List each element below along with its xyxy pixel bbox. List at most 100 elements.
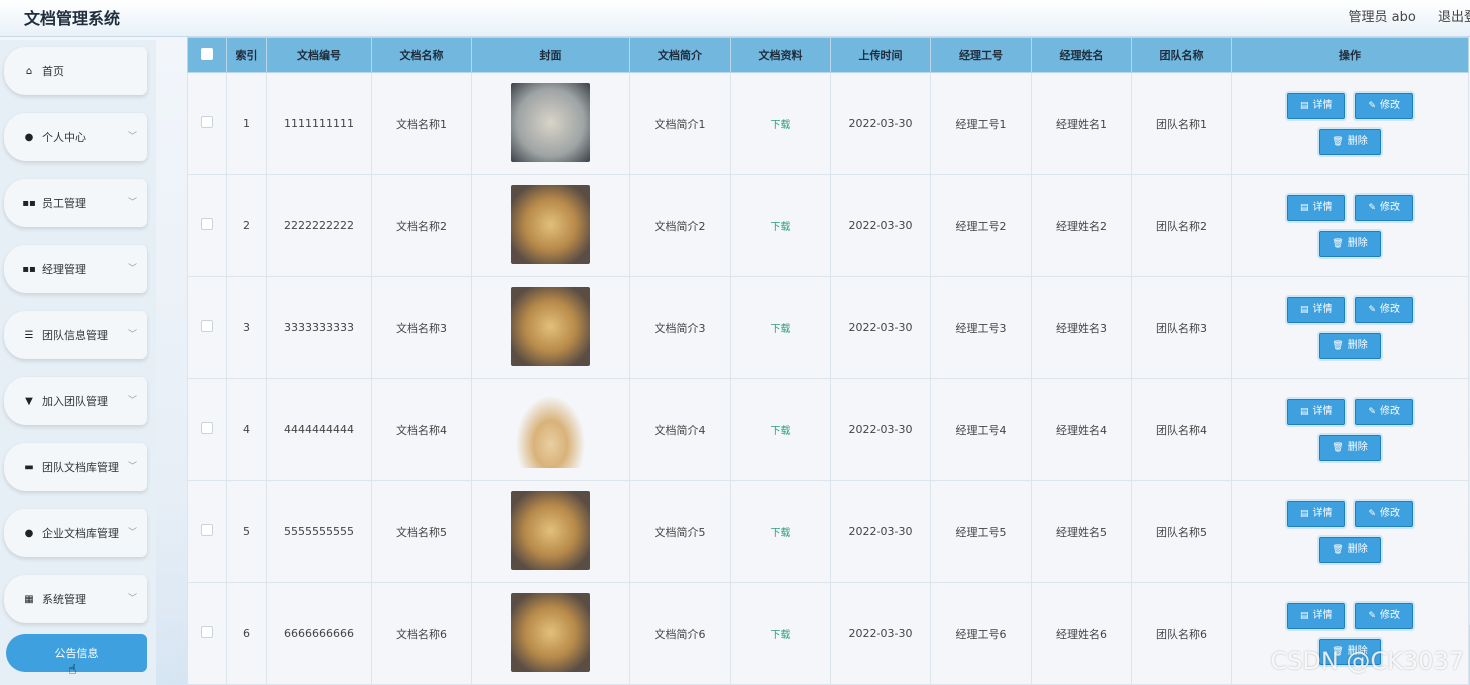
file-cell: 下载 xyxy=(730,480,831,583)
delete-button[interactable]: 🗑 删除 xyxy=(1319,230,1381,257)
code-cell: 5555555555 xyxy=(266,480,372,583)
time-cell: 2022-03-30 xyxy=(830,174,931,277)
sidebar-item[interactable]: ● 个人中心 ﹀ xyxy=(4,113,147,161)
sidebar-item[interactable]: ⌂ 首页 xyxy=(4,47,147,95)
sidebar-item[interactable]: ☰ 团队信息管理 ﹀ xyxy=(4,311,147,359)
edit-button[interactable]: ✎ 修改 xyxy=(1355,92,1414,119)
mgr_no-cell: 经理工号2 xyxy=(930,174,1032,277)
delete-button[interactable]: 🗑 删除 xyxy=(1319,536,1381,563)
chevron-down-icon: ﹀ xyxy=(127,462,137,472)
sidebar-item[interactable]: ● 企业文档库管理 ﹀ xyxy=(4,509,147,557)
flag-icon: ▼ xyxy=(25,395,33,407)
download-link[interactable]: 下载 xyxy=(771,222,791,233)
actions-cell: ▤ 详情 ✎ 修改 🗑 删除 xyxy=(1231,174,1469,277)
column-header: 文档简介 xyxy=(629,37,731,73)
name-cell: 文档名称2 xyxy=(371,174,472,277)
download-link[interactable]: 下载 xyxy=(771,120,791,131)
code-cell: 1111111111 xyxy=(266,72,372,175)
edit-button[interactable]: ✎ 修改 xyxy=(1355,602,1414,629)
mgr_no-cell: 经理工号6 xyxy=(930,582,1032,685)
download-link[interactable]: 下载 xyxy=(771,426,791,437)
edit-button[interactable]: ✎ 修改 xyxy=(1355,296,1414,323)
delete-button[interactable]: 🗑 删除 xyxy=(1319,332,1381,359)
download-link[interactable]: 下载 xyxy=(771,528,791,539)
index-cell: 2 xyxy=(226,174,267,277)
pencil-icon: ✎ xyxy=(1368,610,1377,621)
actions-group: ▤ 详情 ✎ 修改 🗑 删除 xyxy=(1233,92,1467,155)
document-icon: ▤ xyxy=(1299,406,1309,417)
edit-button[interactable]: ✎ 修改 xyxy=(1355,194,1414,221)
table-header-row: 索引 文档编号 文档名称 封面 文档简介 文档资料 上传时间 经理工号 经理姓名 团队名称 操作 xyxy=(187,37,1469,73)
detail-button[interactable]: ▤ 详情 xyxy=(1286,398,1346,425)
index-cell: 6 xyxy=(226,582,267,685)
current-user: 管理员 abo xyxy=(1348,10,1416,25)
download-link[interactable]: 下载 xyxy=(771,630,791,641)
row-checkbox[interactable] xyxy=(201,626,213,638)
row-checkbox[interactable] xyxy=(201,422,213,434)
sidebar-item-label: 员工管理 xyxy=(42,197,86,210)
actions-group: ▤ 详情 ✎ 修改 🗑 删除 xyxy=(1233,296,1467,359)
sidebar-item[interactable]: ▬ 团队文档库管理 ﹀ xyxy=(4,443,147,491)
cover-image xyxy=(511,184,590,264)
sidebar-item[interactable]: ▦ 系统管理 ﹀ xyxy=(4,575,147,623)
pencil-icon: ✎ xyxy=(1368,202,1377,213)
apps-icon: ▦ xyxy=(24,593,34,605)
sidebar-item-label: 团队文档库管理 xyxy=(42,461,119,474)
column-header: 文档名称 xyxy=(371,37,472,73)
sidebar-item[interactable]: ▪▪ 员工管理 ﹀ xyxy=(4,179,147,227)
edit-button[interactable]: ✎ 修改 xyxy=(1355,398,1414,425)
row-checkbox[interactable] xyxy=(201,116,213,128)
index-cell: 4 xyxy=(226,378,267,481)
column-header: 索引 xyxy=(226,37,267,73)
detail-label: 详情 xyxy=(1312,507,1333,519)
delete-button[interactable]: 🗑 删除 xyxy=(1319,434,1381,461)
chevron-down-icon: ﹀ xyxy=(127,594,137,604)
file-cell: 下载 xyxy=(730,174,831,277)
actions-row: ▤ 详情 ✎ 修改 xyxy=(1286,92,1414,119)
document-icon: ▤ xyxy=(1299,304,1309,315)
cover-image xyxy=(511,592,590,672)
chevron-down-icon: ﹀ xyxy=(127,132,137,142)
detail-button[interactable]: ▤ 详情 xyxy=(1286,602,1346,629)
delete-button[interactable]: 🗑 删除 xyxy=(1319,128,1381,155)
detail-button[interactable]: ▤ 详情 xyxy=(1286,92,1346,119)
select-all-checkbox[interactable] xyxy=(201,47,213,60)
logout-link[interactable]: 退出登录 xyxy=(1438,10,1470,25)
detail-label: 详情 xyxy=(1312,201,1333,213)
table-row: 1 1111111111 文档名称1 文档简介1 下载 2022-03-30 经理工号1 经理… xyxy=(187,72,1469,175)
row-checkbox[interactable] xyxy=(201,320,213,332)
table-row: 2 2222222222 文档名称2 文档简介2 下载 2022-03-30 经理工号2 经理… xyxy=(187,174,1469,277)
select-all-header xyxy=(187,37,227,73)
delete-label: 删除 xyxy=(1347,339,1368,351)
cover-cell xyxy=(471,72,630,175)
sidebar-item[interactable]: ▼ 加入团队管理 ﹀ xyxy=(4,377,147,425)
actions-group: ▤ 详情 ✎ 修改 🗑 删除 xyxy=(1233,500,1467,563)
intro-cell: 文档简介6 xyxy=(629,582,731,685)
cover-cell xyxy=(471,276,630,379)
intro-cell: 文档简介5 xyxy=(629,480,731,583)
document-icon: ▤ xyxy=(1299,202,1309,213)
mgr_no-cell: 经理工号3 xyxy=(930,276,1032,379)
actions-row: ▤ 详情 ✎ 修改 xyxy=(1286,194,1414,221)
edit-button[interactable]: ✎ 修改 xyxy=(1355,500,1414,527)
ticket-icon: ▬ xyxy=(24,461,34,473)
detail-button[interactable]: ▤ 详情 xyxy=(1286,194,1346,221)
row-select-cell xyxy=(187,582,227,685)
cover-image xyxy=(511,286,590,366)
team-cell: 团队名称6 xyxy=(1131,582,1232,685)
file-cell: 下载 xyxy=(730,378,831,481)
sidebar-item[interactable]: ▪▪ 经理管理 ﹀ xyxy=(4,245,147,293)
home-icon: ⌂ xyxy=(25,65,33,77)
row-checkbox[interactable] xyxy=(201,524,213,536)
trash-icon: 🗑 xyxy=(1332,442,1344,453)
actions-row: ▤ 详情 ✎ 修改 xyxy=(1286,296,1414,323)
intro-cell: 文档简介4 xyxy=(629,378,731,481)
detail-button[interactable]: ▤ 详情 xyxy=(1286,500,1346,527)
mgr_no-cell: 经理工号4 xyxy=(930,378,1032,481)
team-cell: 团队名称1 xyxy=(1131,72,1232,175)
download-link[interactable]: 下载 xyxy=(771,324,791,335)
mgr_no-cell: 经理工号5 xyxy=(930,480,1032,583)
actions-row: ▤ 详情 ✎ 修改 xyxy=(1286,398,1414,425)
row-checkbox[interactable] xyxy=(201,218,213,230)
detail-button[interactable]: ▤ 详情 xyxy=(1286,296,1346,323)
